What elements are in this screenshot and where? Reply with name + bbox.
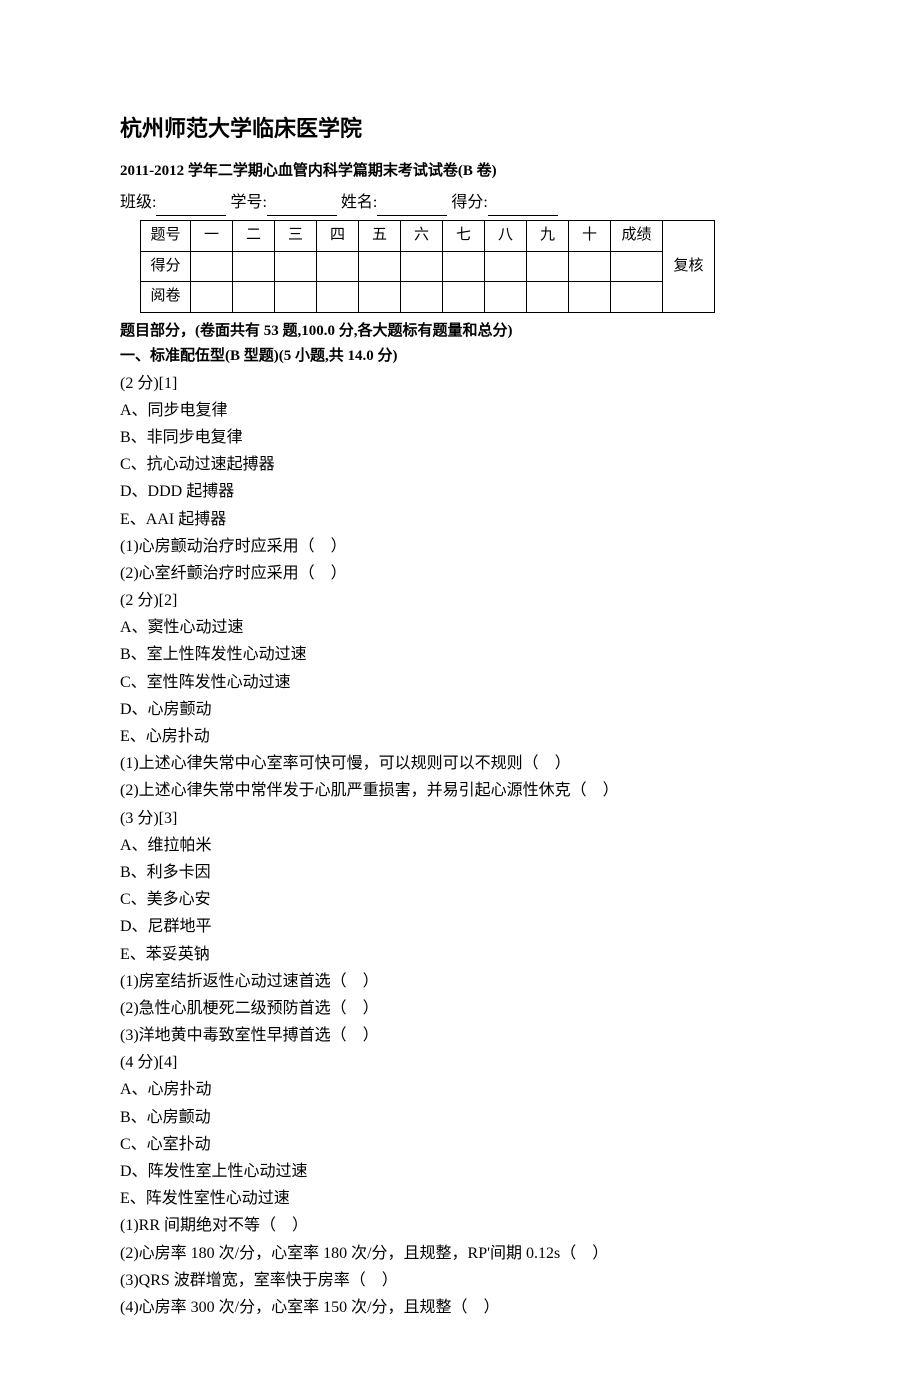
cell[interactable]	[233, 251, 275, 282]
id-blank[interactable]	[267, 198, 337, 216]
cell[interactable]	[275, 282, 317, 313]
q2-opt-e: E、心房扑动	[120, 723, 800, 750]
row-score-label: 得分	[141, 251, 191, 282]
q2-opt-c: C、室性阵发性心动过速	[120, 669, 800, 696]
q4-sub2: (2)心房率 180 次/分，心室率 180 次/分，且规整，RP'间期 0.1…	[120, 1240, 800, 1267]
q4-opt-a: A、心房扑动	[120, 1076, 800, 1103]
q1-opt-d: D、DDD 起搏器	[120, 478, 800, 505]
th-review: 复核	[663, 221, 715, 313]
q2-sub2: (2)上述心律失常中常伴发于心肌严重损害，并易引起心源性休克（ ）	[120, 777, 800, 804]
q3-sub2: (2)急性心肌梗死二级预防首选（ ）	[120, 995, 800, 1022]
q3-opt-e: E、苯妥英钠	[120, 941, 800, 968]
cell[interactable]	[275, 251, 317, 282]
q1-points: (2 分)[1]	[120, 370, 800, 397]
page-title: 杭州师范大学临床医学院	[120, 110, 800, 147]
q2-opt-b: B、室上性阵发性心动过速	[120, 641, 800, 668]
cell[interactable]	[317, 282, 359, 313]
cell[interactable]	[359, 282, 401, 313]
cell[interactable]	[527, 251, 569, 282]
th-2: 二	[233, 221, 275, 252]
cell[interactable]	[233, 282, 275, 313]
cell[interactable]	[611, 282, 663, 313]
cell[interactable]	[485, 251, 527, 282]
cell[interactable]	[191, 282, 233, 313]
name-label: 姓名:	[341, 194, 377, 211]
q1-opt-e: E、AAI 起搏器	[120, 506, 800, 533]
student-info-row: 班级: 学号: 姓名: 得分:	[120, 189, 800, 216]
q3-opt-b: B、利多卡因	[120, 859, 800, 886]
class-blank[interactable]	[156, 198, 226, 216]
section-note: 题目部分，(卷面共有 53 题,100.0 分,各大题标有题量和总分)	[120, 319, 800, 345]
q4-opt-e: E、阵发性室性心动过速	[120, 1185, 800, 1212]
q2-opt-a: A、窦性心动过速	[120, 614, 800, 641]
cell[interactable]	[359, 251, 401, 282]
th-8: 八	[485, 221, 527, 252]
q1-opt-c: C、抗心动过速起搏器	[120, 451, 800, 478]
q3-opt-d: D、尼群地平	[120, 913, 800, 940]
q3-points: (3 分)[3]	[120, 805, 800, 832]
q3-opt-a: A、维拉帕米	[120, 832, 800, 859]
q4-sub4: (4)心房率 300 次/分，心室率 150 次/分，且规整（ ）	[120, 1294, 800, 1321]
th-6: 六	[401, 221, 443, 252]
cell[interactable]	[569, 282, 611, 313]
th-1: 一	[191, 221, 233, 252]
th-4: 四	[317, 221, 359, 252]
cell[interactable]	[569, 251, 611, 282]
q4-opt-c: C、心室扑动	[120, 1131, 800, 1158]
cell[interactable]	[317, 251, 359, 282]
q4-sub1: (1)RR 间期绝对不等（ ）	[120, 1212, 800, 1239]
q3-sub3: (3)洋地黄中毒致室性早搏首选（ ）	[120, 1022, 800, 1049]
q2-sub1: (1)上述心律失常中心室率可快可慢，可以规则可以不规则（ ）	[120, 750, 800, 777]
q3-opt-c: C、美多心安	[120, 886, 800, 913]
th-9: 九	[527, 221, 569, 252]
q1-opt-a: A、同步电复律	[120, 397, 800, 424]
q4-points: (4 分)[4]	[120, 1049, 800, 1076]
cell[interactable]	[485, 282, 527, 313]
q2-points: (2 分)[2]	[120, 587, 800, 614]
q4-sub3: (3)QRS 波群增宽，室率快于房率（ ）	[120, 1267, 800, 1294]
id-label: 学号:	[230, 194, 266, 211]
cell[interactable]	[527, 282, 569, 313]
cell[interactable]	[401, 251, 443, 282]
q1-sub1: (1)心房颤动治疗时应采用（ ）	[120, 533, 800, 560]
row-marker-label: 阅卷	[141, 282, 191, 313]
cell[interactable]	[611, 251, 663, 282]
cell[interactable]	[443, 251, 485, 282]
q1-sub2: (2)心室纤颤治疗时应采用（ ）	[120, 560, 800, 587]
th-10: 十	[569, 221, 611, 252]
th-grade: 成绩	[611, 221, 663, 252]
q2-opt-d: D、心房颤动	[120, 696, 800, 723]
th-5: 五	[359, 221, 401, 252]
cell[interactable]	[401, 282, 443, 313]
table-header-row: 题号 一 二 三 四 五 六 七 八 九 十 成绩 复核	[141, 221, 715, 252]
q4-opt-b: B、心房颤动	[120, 1104, 800, 1131]
th-qnum: 题号	[141, 221, 191, 252]
exam-subtitle: 2011-2012 学年二学期心血管内科学篇期末考试试卷(B 卷)	[120, 159, 800, 185]
score-blank[interactable]	[488, 198, 558, 216]
table-marker-row: 阅卷	[141, 282, 715, 313]
section-heading: 一、标准配伍型(B 型题)(5 小题,共 14.0 分)	[120, 344, 800, 370]
name-blank[interactable]	[377, 198, 447, 216]
cell[interactable]	[191, 251, 233, 282]
score-table: 题号 一 二 三 四 五 六 七 八 九 十 成绩 复核 得分 阅卷	[140, 220, 715, 313]
cell[interactable]	[443, 282, 485, 313]
q3-sub1: (1)房室结折返性心动过速首选（ ）	[120, 968, 800, 995]
table-score-row: 得分	[141, 251, 715, 282]
class-label: 班级:	[120, 194, 156, 211]
q1-opt-b: B、非同步电复律	[120, 424, 800, 451]
th-7: 七	[443, 221, 485, 252]
th-3: 三	[275, 221, 317, 252]
q4-opt-d: D、阵发性室上性心动过速	[120, 1158, 800, 1185]
score-label: 得分:	[451, 194, 487, 211]
